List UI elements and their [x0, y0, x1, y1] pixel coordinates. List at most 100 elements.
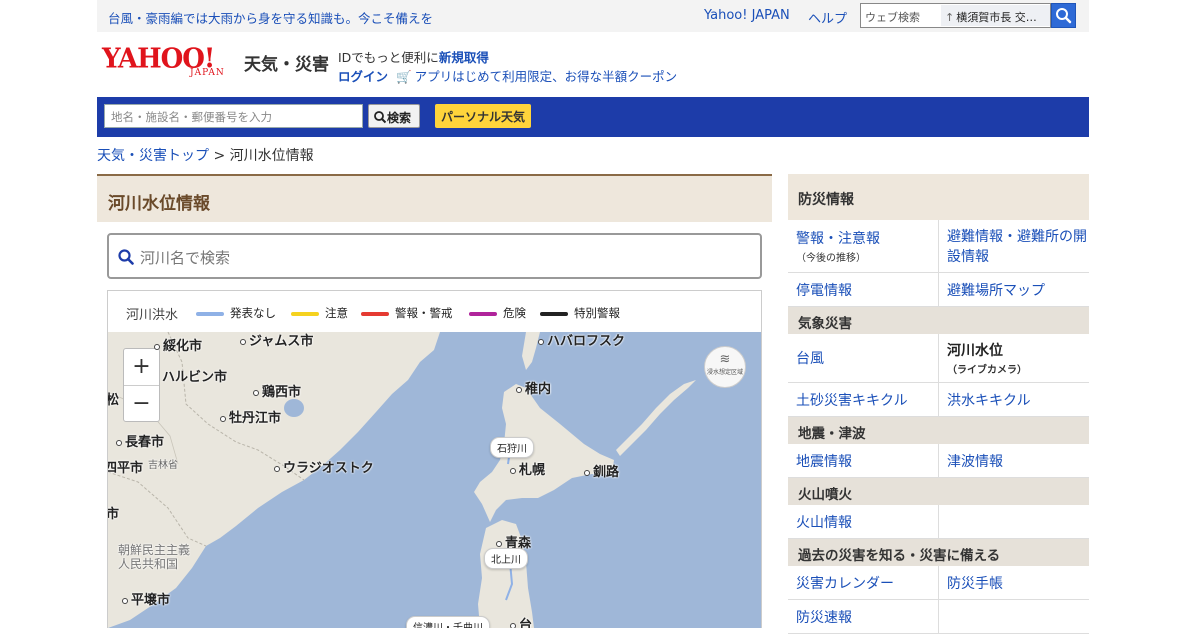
city-name: 綏化市 — [163, 339, 203, 354]
sidebar-item-flood-kikikuru[interactable]: 洪水キキクル — [938, 383, 1089, 416]
city-dot — [116, 439, 122, 446]
login-link[interactable]: ログイン — [338, 69, 388, 84]
sidebar-item-earthquake[interactable]: 地震情報 — [788, 444, 938, 477]
sidebar-item-label: 防災速報 — [796, 609, 852, 626]
promo-link[interactable]: 台風・豪雨編では大雨から身を守る知識も。今こそ備えを — [108, 8, 433, 27]
map-region-label: 吉林省 — [148, 460, 178, 471]
sidebar-row: 火山情報 — [788, 505, 1089, 539]
river-search-input[interactable]: 河川名で検索 — [107, 233, 762, 279]
web-search-input[interactable]: ウェブ検索 ↑ 横須賀市長 交… — [860, 3, 1051, 28]
search-button-label: 検索 — [387, 111, 412, 125]
river-chip[interactable]: 石狩川 — [490, 437, 534, 458]
city-dot — [510, 622, 516, 628]
legend-label: 注意 — [325, 306, 348, 320]
city-name: 稚内 — [525, 382, 552, 397]
zoom-out-button[interactable]: − — [124, 385, 159, 421]
sidebar-item-label: 火山情報 — [796, 514, 852, 531]
sidebar-item-typhoon[interactable]: 台風 — [788, 334, 938, 382]
sidebar-row: 台風 河川水位 （ライブカメラ） — [788, 334, 1089, 383]
legend-label: 特別警報 — [574, 306, 620, 320]
legend-label: 警報・警戒 — [395, 306, 453, 320]
sidebar-item-label: 洪水キキクル — [947, 392, 1031, 409]
map-city-label: 市 — [107, 507, 120, 522]
flood-area-label: 浸水想定区域 — [706, 369, 743, 376]
sidebar-section-past: 過去の災害を知る・災害に備える — [788, 539, 1089, 566]
sidebar-row: 停電情報 避難場所マップ — [788, 273, 1089, 307]
place-search-input[interactable]: 地名・施設名・郵便番号を入力 — [104, 104, 363, 128]
sidebar-item-power-outage[interactable]: 停電情報 — [788, 273, 938, 306]
legend-item-special: 特別警報 — [540, 305, 620, 321]
legend-swatch — [540, 311, 568, 316]
breadcrumb-home[interactable]: 天気・災害トップ — [97, 148, 209, 164]
map-city-label: ジャムス市 — [240, 332, 313, 349]
zoom-in-button[interactable]: + — [124, 349, 159, 385]
web-search-placeholder: ウェブ検索 — [865, 11, 920, 24]
river-chip[interactable]: 信濃川・千曲川 — [406, 616, 490, 628]
city-name: 釧路 — [593, 465, 620, 480]
sidebar-item-label: 警報・注意報 — [796, 231, 880, 247]
legend-label: 発表なし — [230, 306, 276, 320]
register-link[interactable]: 新規取得 — [439, 50, 489, 65]
zoom-control: + − — [123, 348, 160, 422]
city-dot — [516, 386, 522, 393]
city-name: 札幌 — [519, 463, 546, 478]
legend-item-caution: 注意 — [291, 305, 348, 321]
sidebar-item-label: 河川水位 — [947, 343, 1003, 359]
legend-label: 危険 — [503, 306, 526, 320]
service-name[interactable]: 天気・災害 — [244, 50, 329, 75]
flood-legend: 河川洪水 発表なし 注意 警報・警戒 危険 特別警報 — [107, 290, 762, 332]
web-search-button[interactable] — [1051, 3, 1076, 28]
sidebar: 防災情報 警報・注意報 （今後の推移） 避難情報・避難所の開設情報 停電情報 避難… — [788, 174, 1089, 634]
map-city-label: 稚内 — [516, 378, 551, 397]
sidebar-item-label: 災害カレンダー — [796, 575, 894, 592]
sidebar-row: 警報・注意報 （今後の推移） 避難情報・避難所の開設情報 — [788, 220, 1089, 273]
sidebar-item-landslide[interactable]: 土砂災害キキクル — [788, 383, 938, 416]
sidebar-item-shelter-map[interactable]: 避難場所マップ — [938, 273, 1089, 306]
coupon-link[interactable]: アプリはじめて利用限定、お得な半額クーポン — [415, 69, 678, 84]
sidebar-item-volcano[interactable]: 火山情報 — [788, 505, 938, 538]
help-link[interactable]: ヘルプ — [808, 8, 847, 27]
sidebar-empty-cell — [938, 505, 1089, 538]
sidebar-item-warnings[interactable]: 警報・注意報 （今後の推移） — [788, 220, 938, 272]
sidebar-item-label: 地震情報 — [796, 453, 852, 470]
web-search-suggestion[interactable]: ↑ 横須賀市長 交… — [941, 5, 1050, 26]
sidebar-item-label: 台風 — [796, 351, 824, 367]
river-map[interactable]: + − ≋ 浸水想定区域 綏化市 ジャムス市 ハルビン市 鶏西市 牡丹江市 長春… — [107, 332, 762, 628]
sidebar-item-alert[interactable]: 防災速報 — [788, 600, 938, 633]
city-dot — [253, 389, 259, 396]
login-line: ログイン 🛒 アプリはじめて利用限定、お得な半額クーポン — [338, 66, 677, 85]
city-dot — [584, 469, 590, 476]
yahoo-japan-link[interactable]: Yahoo! JAPAN — [704, 8, 790, 23]
sidebar-section-quake: 地震・津波 — [788, 417, 1089, 444]
sidebar-section-volcano: 火山噴火 — [788, 478, 1089, 505]
map-city-label: 長春市 — [116, 431, 164, 450]
city-name: 長春市 — [125, 435, 165, 450]
sidebar-item-evacuation[interactable]: 避難情報・避難所の開設情報 — [938, 220, 1089, 272]
map-city-label: 平壌市 — [122, 589, 170, 608]
city-dot — [220, 415, 226, 422]
personal-weather-button[interactable]: パーソナル天気 — [435, 104, 531, 128]
breadcrumb-current: 河川水位情報 — [229, 148, 314, 164]
sidebar-item-disaster-calendar[interactable]: 災害カレンダー — [788, 566, 938, 599]
map-city-label: 釧路 — [584, 461, 619, 480]
legend-swatch — [196, 311, 224, 316]
sidebar-item-handbook[interactable]: 防災手帳 — [938, 566, 1089, 599]
city-name: ウラジオストク — [283, 461, 374, 476]
river-chip[interactable]: 北上川 — [484, 548, 528, 569]
sidebar-item-label: 防災手帳 — [947, 575, 1003, 592]
sidebar-item-label: 避難情報・避難所の開設情報 — [947, 229, 1087, 265]
city-dot — [154, 343, 160, 350]
city-name: 平壌市 — [131, 593, 171, 608]
sidebar-row: 土砂災害キキクル 洪水キキクル — [788, 383, 1089, 417]
sidebar-item-tsunami[interactable]: 津波情報 — [938, 444, 1089, 477]
map-city-label: ウラジオストク — [274, 457, 374, 476]
flood-area-button[interactable]: ≋ 浸水想定区域 — [704, 346, 746, 388]
map-city-label: ハバロフスク — [538, 332, 625, 349]
place-search-button[interactable]: 検索 — [368, 104, 420, 128]
city-dot — [538, 338, 544, 345]
map-city-label: 綏化市 — [154, 335, 202, 354]
sidebar-item-label: 津波情報 — [947, 453, 1003, 470]
river-search-placeholder: 河川名で検索 — [140, 249, 231, 267]
city-name: 鶏西市 — [262, 385, 302, 400]
map-city-label: 四平市 — [107, 461, 144, 476]
